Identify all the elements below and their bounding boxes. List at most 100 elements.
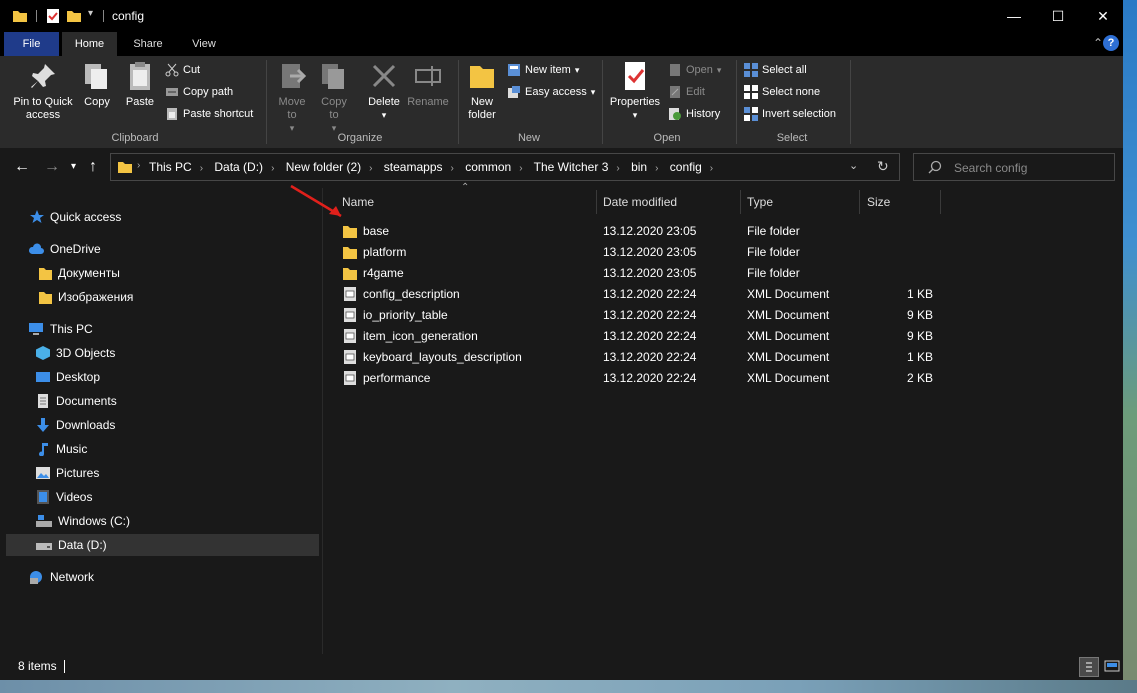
nav-documents-ru[interactable]: Документы [38,262,120,284]
nav-data-d[interactable]: Data (D:) [6,534,319,556]
column-header-date[interactable]: Date modified [603,188,677,216]
nav-onedrive[interactable]: OneDrive [28,238,101,260]
nav-documents[interactable]: Documents [36,390,117,412]
breadcrumb-item[interactable]: config [670,160,702,174]
table-row[interactable]: base 13.12.2020 23:05 File folder [337,221,947,242]
copy-path-icon [166,88,178,96]
breadcrumb-item[interactable]: This PC [149,160,192,174]
minimize-button[interactable]: — [991,0,1037,32]
table-row[interactable]: performance 13.12.2020 22:24 XML Document 2… [337,368,947,389]
address-bar[interactable]: › This PC › Data (D:) › New folder (2) › st… [110,153,900,181]
network-icon [30,571,42,584]
nav-this-pc[interactable]: This PC [28,318,93,340]
table-row[interactable]: platform 13.12.2020 23:05 File folder [337,242,947,263]
column-header-type[interactable]: Type [747,188,773,216]
column-header-size[interactable]: Size [867,188,890,216]
edit-button[interactable]: Edit [668,83,705,101]
breadcrumb-item[interactable]: bin [631,160,647,174]
copy-path-button[interactable]: Copy path [165,83,233,101]
open-button[interactable]: Open ▾ [668,61,721,79]
nav-label: Network [50,570,95,584]
chevron-right-icon[interactable]: › [200,163,203,174]
collapse-ribbon-icon[interactable]: ⌃ [1093,36,1103,50]
folder-icon[interactable] [12,8,28,24]
back-arrow-icon[interactable]: ← [14,158,30,176]
nav-pictures[interactable]: Pictures [36,462,99,484]
move-to-button[interactable]: Move to ▾ [274,60,310,135]
search-box[interactable]: Search config [913,153,1115,181]
details-view-button[interactable] [1079,657,1099,677]
column-separator[interactable] [740,190,741,214]
nav-quick-access[interactable]: Quick access [30,206,121,228]
chevron-right-icon[interactable]: › [369,163,372,174]
chevron-right-icon[interactable]: › [519,163,522,174]
chevron-right-icon[interactable]: › [710,163,713,174]
nav-videos[interactable]: Videos [36,486,92,508]
nav-3d-objects[interactable]: 3D Objects [36,342,115,364]
tab-file[interactable]: File [4,32,59,56]
paste-button[interactable]: Paste [122,60,158,109]
nav-label: Документы [58,266,120,280]
invert-selection-button[interactable]: Invert selection [744,105,836,123]
large-icons-view-button[interactable] [1103,657,1123,677]
copy-button[interactable]: Copy [80,60,114,109]
breadcrumb-item[interactable]: The Witcher 3 [534,160,609,174]
tab-home[interactable]: Home [62,32,117,56]
select-none-button[interactable]: Select none [744,83,820,101]
copy-to-button[interactable]: Copy to ▾ [316,60,352,135]
breadcrumb-item[interactable]: steamapps [384,160,443,174]
chevron-right-icon[interactable]: › [451,163,454,174]
chevron-right-icon[interactable]: › [616,163,619,174]
column-separator[interactable] [596,190,597,214]
help-icon[interactable]: ? [1103,35,1119,51]
details-view-icon [1086,662,1092,672]
properties-check-icon[interactable] [45,8,61,24]
easy-access-icon [508,86,520,98]
rename-button[interactable]: Rename [406,60,450,109]
table-row[interactable]: io_priority_table 13.12.2020 22:24 XML Doc… [337,305,947,326]
forward-arrow-icon[interactable]: → [44,158,60,176]
nav-windows-c[interactable]: Windows (C:) [36,510,130,532]
file-name: item_icon_generation [363,329,478,343]
column-separator[interactable] [940,190,941,214]
properties-button[interactable]: Properties ▾ [606,60,664,122]
nav-desktop[interactable]: Desktop [36,366,100,388]
file-date: 13.12.2020 23:05 [603,224,697,238]
table-row[interactable]: keyboard_layouts_description 13.12.2020 2… [337,347,947,368]
new-item-button[interactable]: New item ▾ [507,61,579,79]
maximize-button[interactable]: ☐ [1035,0,1081,32]
pin-quick-access-button[interactable]: Pin to Quick access [8,60,78,122]
tab-share[interactable]: Share [126,32,170,56]
chevron-right-icon[interactable]: › [655,163,658,174]
delete-button[interactable]: Delete ▾ [366,60,402,122]
customize-qat-icon[interactable]: ▾ [88,8,93,19]
table-row[interactable]: config_description 13.12.2020 22:24 XML Do… [337,284,947,305]
recent-locations-icon[interactable]: ▾ [71,161,76,172]
easy-access-button[interactable]: Easy access ▾ [507,83,595,101]
nav-downloads[interactable]: Downloads [36,414,115,436]
refresh-icon[interactable]: ↻ [877,158,889,175]
desktop-background [0,680,1137,693]
new-folder-button[interactable]: New folder [464,60,500,122]
nav-network[interactable]: Network [28,566,94,588]
breadcrumb-item[interactable]: Data (D:) [214,160,263,174]
nav-music[interactable]: Music [36,438,87,460]
close-button[interactable]: ✕ [1080,0,1123,32]
tab-view[interactable]: View [182,32,226,56]
up-arrow-icon[interactable]: ↑ [89,158,97,176]
chevron-down-icon[interactable]: ⌄ [849,159,858,172]
breadcrumb-item[interactable]: common [465,160,511,174]
select-all-button[interactable]: Select all [744,61,807,79]
new-folder-icon[interactable] [66,8,82,24]
column-separator[interactable] [859,190,860,214]
breadcrumb-item[interactable]: New folder (2) [286,160,361,174]
table-row[interactable]: r4game 13.12.2020 23:05 File folder [337,263,947,284]
table-row[interactable]: item_icon_generation 13.12.2020 22:24 XML … [337,326,947,347]
paste-shortcut-button[interactable]: Paste shortcut [165,105,253,123]
search-icon [928,160,942,174]
nav-images-ru[interactable]: Изображения [38,286,133,308]
cut-button[interactable]: Cut [165,61,200,79]
select-none-icon [744,85,758,99]
history-button[interactable]: History [668,105,720,123]
chevron-right-icon[interactable]: › [271,163,274,174]
